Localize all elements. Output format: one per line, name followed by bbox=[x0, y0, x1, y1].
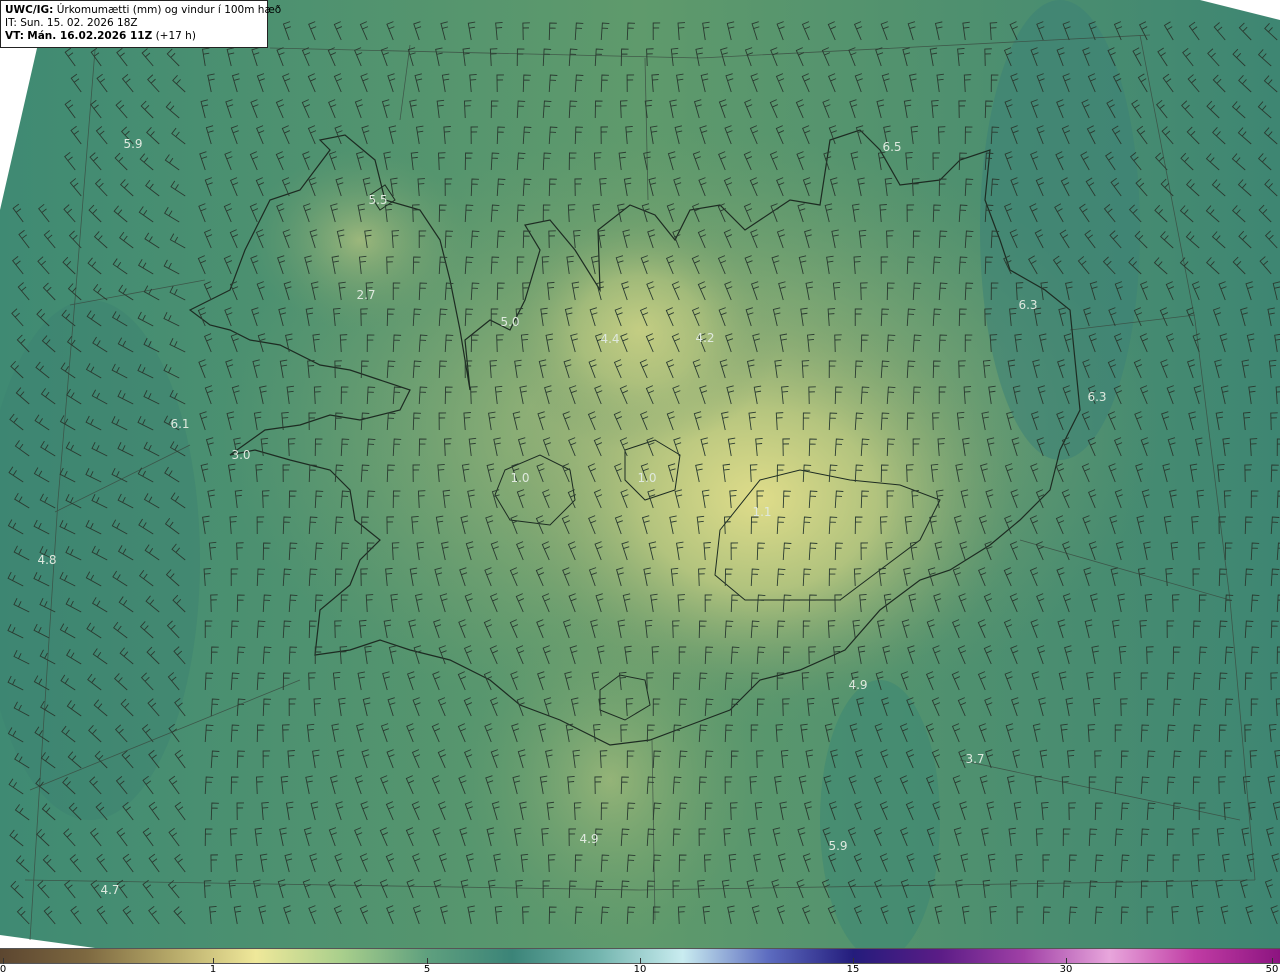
map-value-label: 1.1 bbox=[752, 505, 772, 519]
map-value-label: 4.4 bbox=[600, 332, 620, 346]
valid-time-line: VT: Mán. 16.02.2026 11Z (+17 h) bbox=[5, 30, 263, 43]
map-value-label: 3.0 bbox=[231, 448, 251, 462]
map-value-label: 4.7 bbox=[100, 883, 120, 897]
colorbar-tick-label: 5 bbox=[423, 964, 431, 975]
issue-time: IT: Sun. 15. 02. 2026 18Z bbox=[5, 17, 138, 29]
map-value-label: 1.0 bbox=[510, 471, 530, 485]
colorbar-tick-label: 30 bbox=[1059, 964, 1073, 975]
map-value-label: 1.0 bbox=[637, 471, 657, 485]
map-value-label: 6.1 bbox=[170, 417, 190, 431]
map-value-label: 5.9 bbox=[123, 137, 143, 151]
colorbar-tick-label: 0 bbox=[0, 964, 7, 975]
map-value-label: 3.7 bbox=[965, 752, 985, 766]
map-value-label: 4.9 bbox=[848, 678, 868, 692]
valid-label: VT: bbox=[5, 30, 24, 42]
colorbar-tick-label: 50 bbox=[1265, 964, 1279, 975]
lead-time: (+17 h) bbox=[155, 30, 196, 42]
product-description: Úrkomumætti (mm) og vindur í 100m hæð bbox=[56, 4, 282, 16]
colorbar-tick-label: 15 bbox=[846, 964, 860, 975]
map-value-label: 5.0 bbox=[500, 315, 520, 329]
colorbar-tick-label: 1 bbox=[209, 964, 217, 975]
valid-time: Mán. 16.02.2026 11Z bbox=[27, 30, 153, 42]
title-line: UWC/IG: Úrkomumætti (mm) og vindur í 100… bbox=[5, 4, 281, 17]
map-value-label: 5.5 bbox=[368, 193, 388, 207]
map-value-label: 6.3 bbox=[1087, 390, 1107, 404]
map-info-box: UWC/IG: Úrkomumætti (mm) og vindur í 100… bbox=[0, 0, 281, 48]
map-value-label: 4.8 bbox=[37, 553, 57, 567]
map-value-label: 4.2 bbox=[695, 331, 715, 345]
map-value-label: 6.3 bbox=[1018, 298, 1038, 312]
map-value-label: 6.5 bbox=[882, 140, 902, 154]
map-value-label: 4.9 bbox=[579, 832, 599, 846]
precipitable-water-map[interactable]: UWC/IG: Úrkomumætti (mm) og vindur í 100… bbox=[0, 0, 1280, 948]
colorbar-tick-label: 10 bbox=[633, 964, 647, 975]
map-value-label: 5.9 bbox=[828, 839, 848, 853]
product-code: UWC/IG: bbox=[5, 4, 54, 16]
map-value-label: 2.7 bbox=[356, 288, 376, 302]
